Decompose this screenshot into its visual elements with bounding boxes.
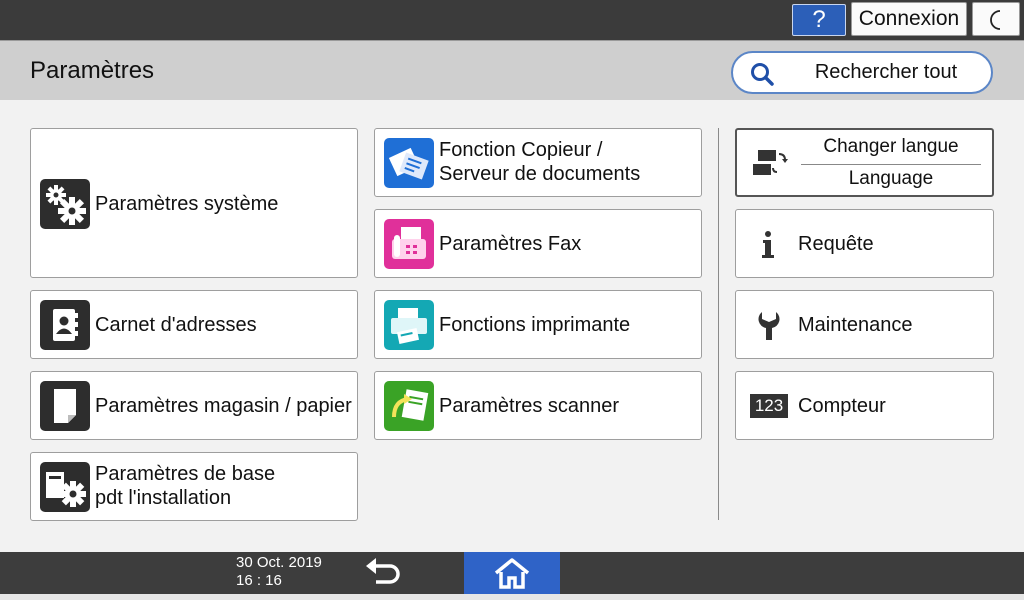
settings-menu: Paramètres système Carnet d'adresses Par… bbox=[0, 100, 1024, 552]
column-divider bbox=[718, 128, 719, 520]
home-icon bbox=[494, 558, 530, 589]
fax-icon bbox=[384, 219, 434, 269]
login-button[interactable]: Connexion bbox=[851, 2, 967, 36]
printer-features-label: Fonctions imprimante bbox=[439, 314, 631, 336]
home-button[interactable] bbox=[464, 552, 560, 594]
moon-icon bbox=[990, 10, 1001, 30]
system-settings-tile[interactable]: Paramètres système bbox=[30, 128, 358, 278]
energy-saver-button[interactable] bbox=[972, 2, 1020, 36]
maintenance-label: Maintenance bbox=[798, 314, 913, 336]
address-book-tile[interactable]: Carnet d'adresses bbox=[30, 290, 358, 359]
printer-icon bbox=[384, 300, 434, 350]
inquiry-label: Requête bbox=[798, 233, 874, 255]
counter-tile[interactable]: 123 Compteur bbox=[735, 371, 994, 440]
fax-settings-label: Paramètres Fax bbox=[439, 233, 582, 255]
search-all-label: Rechercher tout bbox=[814, 61, 958, 83]
language-divider bbox=[801, 164, 981, 165]
system-settings-label: Paramètres système bbox=[95, 193, 279, 215]
copier-document-server-tile[interactable]: Fonction Copieur / Serveur de documents bbox=[374, 128, 702, 197]
copier-icon bbox=[384, 138, 434, 188]
language-switch-icon bbox=[751, 148, 789, 178]
date-time: 30 Oct. 2019 16 : 16 bbox=[236, 554, 322, 590]
search-icon bbox=[751, 63, 774, 86]
back-arrow-icon bbox=[366, 558, 400, 584]
info-icon bbox=[750, 230, 788, 260]
counter-label: Compteur bbox=[798, 395, 886, 417]
tray-paper-settings-tile[interactable]: Paramètres magasin / papier bbox=[30, 371, 358, 440]
maintenance-tile[interactable]: Maintenance bbox=[735, 290, 994, 359]
paper-icon bbox=[40, 381, 90, 431]
initial-setup-label: Paramètres de base pdt l'installation bbox=[95, 463, 276, 509]
scanner-settings-label: Paramètres scanner bbox=[439, 395, 620, 417]
search-all-button[interactable]: Rechercher tout bbox=[731, 51, 993, 94]
counter-icon: 123 bbox=[750, 394, 788, 418]
wrench-icon bbox=[750, 310, 788, 340]
initial-setup-tile[interactable]: Paramètres de base pdt l'installation bbox=[30, 452, 358, 521]
gears-icon bbox=[40, 179, 90, 229]
time-text: 16 : 16 bbox=[236, 572, 282, 589]
help-button[interactable]: ? bbox=[792, 4, 846, 36]
tray-paper-settings-label: Paramètres magasin / papier bbox=[95, 395, 352, 417]
change-language-tile[interactable]: Changer langue Language bbox=[735, 128, 994, 197]
footer-strip bbox=[0, 594, 1024, 600]
page-title: Paramètres bbox=[30, 57, 155, 84]
address-book-icon bbox=[40, 300, 90, 350]
inquiry-tile[interactable]: Requête bbox=[735, 209, 994, 278]
top-status-bar: ? Connexion bbox=[0, 0, 1024, 40]
date-text: 30 Oct. 2019 bbox=[236, 554, 322, 571]
setup-gear-icon bbox=[40, 462, 90, 512]
change-language-label: Changer langue bbox=[823, 136, 959, 157]
scanner-settings-tile[interactable]: Paramètres scanner bbox=[374, 371, 702, 440]
bottom-navigation-bar: 30 Oct. 2019 16 : 16 bbox=[0, 552, 1024, 594]
fax-settings-tile[interactable]: Paramètres Fax bbox=[374, 209, 702, 278]
address-book-label: Carnet d'adresses bbox=[95, 314, 257, 336]
scanner-icon bbox=[384, 381, 434, 431]
copier-document-server-label: Fonction Copieur / Serveur de documents bbox=[439, 139, 641, 185]
printer-features-tile[interactable]: Fonctions imprimante bbox=[374, 290, 702, 359]
back-button[interactable] bbox=[360, 556, 408, 590]
language-label: Language bbox=[848, 168, 934, 189]
page-header: Paramètres Rechercher tout bbox=[0, 40, 1024, 100]
